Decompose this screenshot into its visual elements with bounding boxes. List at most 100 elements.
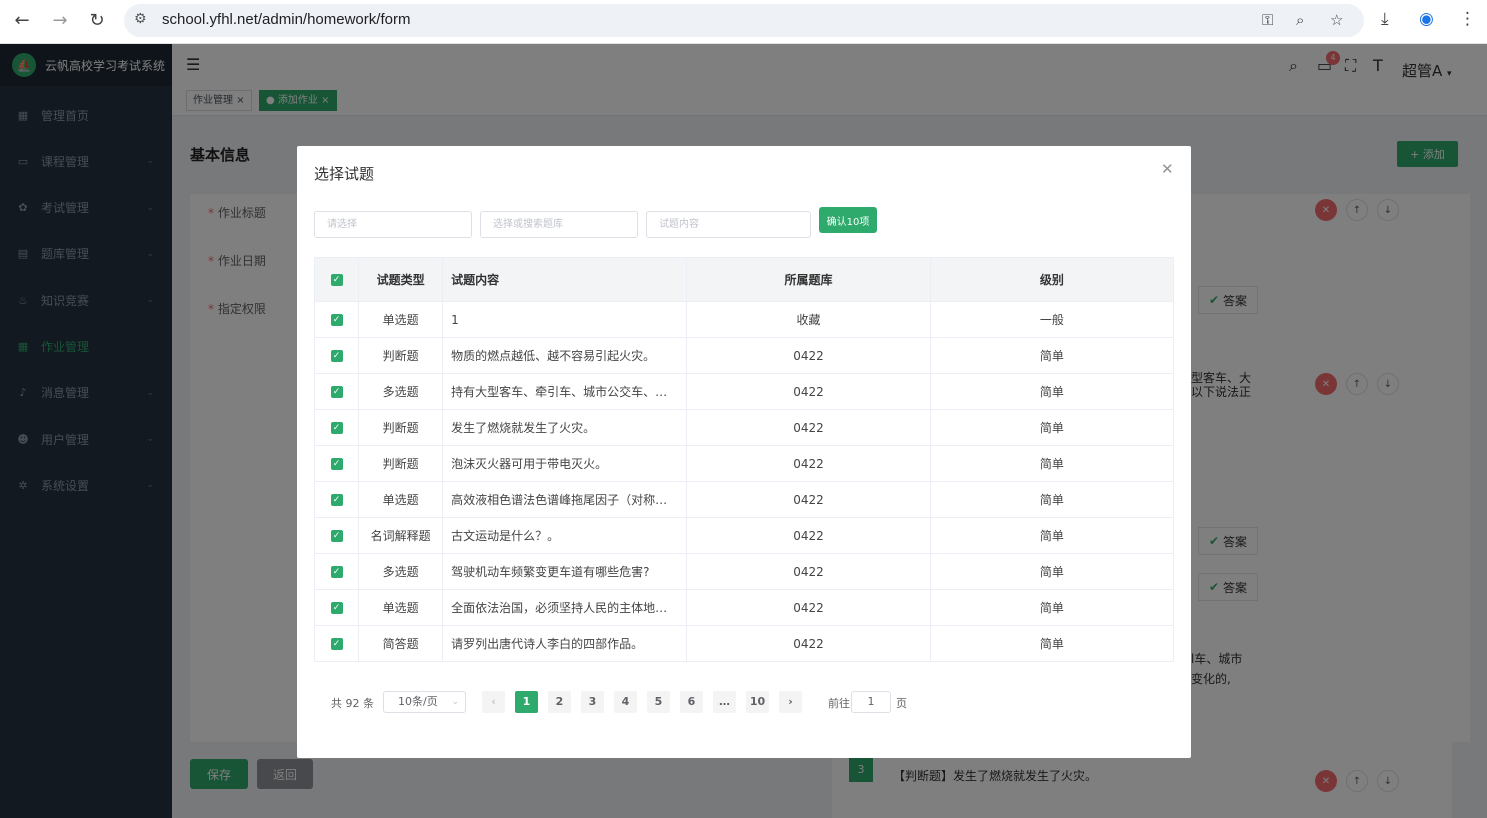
table-row[interactable]: ✓ 名词解释题 古文运动是什么？。 0422 简单 <box>314 517 1174 554</box>
question-level-cell: 简单 <box>930 553 1174 590</box>
column-header: 试题类型 <box>358 257 444 302</box>
question-level-cell: 一般 <box>930 301 1174 338</box>
table-row[interactable]: ✓ 多选题 驾驶机动车频繁变更车道有哪些危害? 0422 简单 <box>314 553 1174 590</box>
question-type-cell: 单选题 <box>358 301 444 338</box>
question-level-cell: 简单 <box>930 589 1174 626</box>
row-checkbox[interactable]: ✓ <box>314 301 360 338</box>
page-size-value: 10条/页 <box>398 695 438 708</box>
url-text[interactable]: school.yfhl.net/admin/homework/form <box>162 11 410 28</box>
row-checkbox[interactable]: ✓ <box>314 481 360 518</box>
table-row[interactable]: ✓ 单选题 1 收藏 一般 <box>314 301 1174 338</box>
question-type-cell: 单选题 <box>358 481 444 518</box>
key-icon[interactable]: ⚿ <box>1262 11 1273 29</box>
table-row[interactable]: ✓ 简答题 请罗列出唐代诗人李白的四部作品。 0422 简单 <box>314 625 1174 662</box>
question-bank-cell: 收藏 <box>686 301 931 338</box>
question-type-cell: 多选题 <box>358 553 444 590</box>
confirm-button[interactable]: 确认10项 <box>819 207 877 233</box>
row-checkbox[interactable]: ✓ <box>314 337 360 374</box>
total-count: 共 92 条 <box>331 697 374 710</box>
download-icon[interactable]: ⤓ <box>1381 9 1389 29</box>
select-question-dialog: 选择试题 ✕ 请选择 选择或搜索题库 试题内容 确认10项 ✓ 试题类型 试题内… <box>297 146 1191 758</box>
checkbox-checked-icon[interactable]: ✓ <box>330 422 343 434</box>
checkbox-checked-icon[interactable]: ✓ <box>330 350 343 362</box>
question-bank-select[interactable]: 选择或搜索题库 <box>480 211 638 238</box>
question-level-cell: 简单 <box>930 445 1174 482</box>
question-type-cell: 判断题 <box>358 409 444 446</box>
question-bank-cell: 0422 <box>686 445 931 482</box>
table-row[interactable]: ✓ 多选题持有大型客车、牵引车、城市公交车、中型客车、大型货车驾驶证的驾驶人，以下… <box>314 373 1174 410</box>
question-content-cell: 驾驶机动车频繁变更车道有哪些危害? <box>442 553 688 590</box>
row-checkbox[interactable]: ✓ <box>314 409 360 446</box>
dialog-title: 选择试题 <box>314 165 375 183</box>
checkbox-checked-icon[interactable]: ✓ <box>330 566 343 578</box>
question-level-cell: 简单 <box>930 625 1174 662</box>
question-bank-cell: 0422 <box>686 589 931 626</box>
column-header: 级别 <box>930 257 1174 302</box>
question-content-input[interactable]: 试题内容 <box>646 211 811 238</box>
checkbox-checked-icon[interactable]: ✓ <box>330 494 343 506</box>
page-size-select[interactable]: 10条/页 ⌄ <box>383 691 466 713</box>
row-checkbox[interactable]: ✓ <box>314 373 360 410</box>
question-type-cell: 判断题 <box>358 445 444 482</box>
table-row[interactable]: ✓ 单选题全面依法治国，必须坚持人民的主体地位，以下说法正确的是0422简单 <box>314 589 1174 626</box>
table-row[interactable]: ✓ 单选题高效液相色谱法色谱峰拖尾因子（对称因子）的计算公式0422简单 <box>314 481 1174 518</box>
question-type-cell: 多选题 <box>358 373 444 410</box>
question-table: ✓ 试题类型 试题内容 所属题库 级别 ✓ 单选题 1 收藏 一般 ✓ 判断题 物质的燃点越低… <box>314 257 1174 662</box>
question-type-cell: 单选题 <box>358 589 444 626</box>
question-content-cell: 持有大型客车、牵引车、城市公交车、中型客车、大型货车驾驶证的驾驶人，以下说法正确… <box>442 373 688 410</box>
checkbox-checked-icon[interactable]: ✓ <box>330 602 343 614</box>
more-menu-icon[interactable]: ⋮ <box>1459 9 1476 29</box>
checkbox-checked-icon[interactable]: ✓ <box>330 530 343 542</box>
page-number[interactable]: 6 <box>680 691 703 713</box>
question-level-cell: 简单 <box>930 409 1174 446</box>
row-checkbox[interactable]: ✓ <box>314 445 360 482</box>
row-checkbox[interactable]: ✓ <box>314 625 360 662</box>
table-row[interactable]: ✓ 判断题 物质的燃点越低、越不容易引起火灾。 0422 简单 <box>314 337 1174 374</box>
question-type-cell: 名词解释题 <box>358 517 444 554</box>
goto-page-input[interactable]: 1 <box>851 691 891 713</box>
question-level-cell: 简单 <box>930 337 1174 374</box>
page-number[interactable]: 10 <box>746 691 769 713</box>
next-page-icon[interactable]: › <box>779 691 802 713</box>
address-bar[interactable]: ⚙ school.yfhl.net/admin/homework/form ⚿ … <box>124 4 1364 37</box>
page-number[interactable]: 4 <box>614 691 637 713</box>
row-checkbox[interactable]: ✓ <box>314 553 360 590</box>
page-number[interactable]: 5 <box>647 691 670 713</box>
browser-toolbar: ← → ↻ ⚙ school.yfhl.net/admin/homework/f… <box>0 0 1487 44</box>
question-content-cell: 物质的燃点越低、越不容易引起火灾。 <box>442 337 688 374</box>
table-row[interactable]: ✓ 判断题 泡沫灭火器可用于带电灭火。 0422 简单 <box>314 445 1174 482</box>
table-header-row: ✓ 试题类型 试题内容 所属题库 级别 <box>314 257 1174 302</box>
checkbox-checked-icon[interactable]: ✓ <box>330 458 343 470</box>
page-number[interactable]: 1 <box>515 691 538 713</box>
question-type-select[interactable]: 请选择 <box>314 211 472 238</box>
page-number[interactable]: 2 <box>548 691 571 713</box>
question-level-cell: 简单 <box>930 481 1174 518</box>
question-content-cell: 泡沫灭火器可用于带电灭火。 <box>442 445 688 482</box>
site-settings-icon[interactable]: ⚙ <box>134 11 147 27</box>
question-level-cell: 简单 <box>930 373 1174 410</box>
reload-icon[interactable]: ↻ <box>85 10 109 31</box>
checkbox-checked-icon[interactable]: ✓ <box>330 386 343 398</box>
checkbox-checked-icon[interactable]: ✓ <box>330 314 343 326</box>
profile-icon[interactable]: ◉ <box>1419 9 1434 29</box>
goto-suffix: 页 <box>896 697 907 710</box>
question-content-cell: 请罗列出唐代诗人李白的四部作品。 <box>442 625 688 662</box>
checkbox-checked-icon[interactable]: ✓ <box>330 274 343 286</box>
chevron-down-icon: ⌄ <box>451 697 459 707</box>
row-checkbox[interactable]: ✓ <box>314 589 360 626</box>
page-number[interactable]: 3 <box>581 691 604 713</box>
column-header: 试题内容 <box>442 257 688 302</box>
zoom-icon[interactable]: ⌕ <box>1296 11 1304 29</box>
checkbox-checked-icon[interactable]: ✓ <box>330 638 343 650</box>
back-arrow-icon[interactable]: ← <box>10 10 34 31</box>
select-all-checkbox[interactable]: ✓ <box>314 257 360 302</box>
close-icon[interactable]: ✕ <box>1161 160 1174 178</box>
row-checkbox[interactable]: ✓ <box>314 517 360 554</box>
prev-page-icon[interactable]: ‹ <box>482 691 505 713</box>
star-icon[interactable]: ☆ <box>1330 11 1343 29</box>
more-pages-icon[interactable]: … <box>713 691 736 713</box>
forward-arrow-icon[interactable]: → <box>48 10 72 31</box>
question-content-cell: 发生了燃烧就发生了火灾。 <box>442 409 688 446</box>
table-row[interactable]: ✓ 判断题 发生了燃烧就发生了火灾。 0422 简单 <box>314 409 1174 446</box>
question-type-cell: 简答题 <box>358 625 444 662</box>
